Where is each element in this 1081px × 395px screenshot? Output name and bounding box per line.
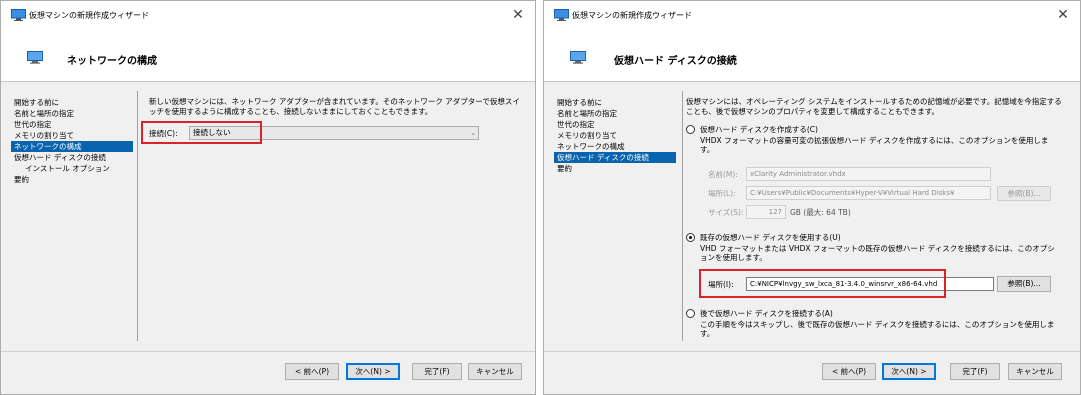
- window-title: 仮想マシンの新規作成ウィザード: [29, 11, 149, 20]
- wizard-header: 仮想ハード ディスクの接続: [544, 29, 1080, 82]
- page-description: 仮想マシンには、オペレーティング システムをインストールするための記憶域が必要で…: [686, 97, 1062, 116]
- page-content: 仮想マシンには、オペレーティング システムをインストールするための記憶域が必要で…: [686, 97, 1068, 117]
- nav-item-memory[interactable]: メモリの割り当て: [11, 130, 133, 141]
- nav-item-network[interactable]: ネットワークの構成: [554, 141, 676, 152]
- radio-later-label: 後で仮想ハード ディスクを接続する(A): [700, 309, 833, 318]
- nav-item-vhd[interactable]: 仮想ハード ディスクの接続: [554, 152, 676, 163]
- page-title: ネットワークの構成: [67, 56, 157, 67]
- location-label: 場所(L):: [708, 189, 736, 198]
- hard-disk-icon: [570, 51, 586, 64]
- nav-item-vhd[interactable]: 仮想ハード ディスクの接続: [11, 152, 133, 163]
- vm-monitor-icon: [554, 9, 569, 21]
- nav-divider: [137, 91, 138, 341]
- close-icon: ✕: [512, 7, 524, 23]
- window-title: 仮想マシンの新規作成ウィザード: [572, 11, 692, 20]
- nav-item-generation[interactable]: 世代の指定: [554, 119, 676, 130]
- create-location-row: 場所(L): C:¥Users¥Public¥Documents¥Hyper-V…: [708, 186, 992, 200]
- size-label: サイズ(S):: [708, 208, 744, 217]
- cancel-button[interactable]: キャンセル: [468, 363, 522, 380]
- nav-item-name-location[interactable]: 名前と場所の指定: [554, 108, 676, 119]
- nav-item-summary[interactable]: 要約: [11, 174, 133, 185]
- browse-button[interactable]: 参照(B)...: [997, 276, 1051, 292]
- prev-button[interactable]: < 前へ(P): [822, 363, 876, 380]
- finish-button[interactable]: 完了(F): [412, 363, 462, 380]
- nav-item-name-location[interactable]: 名前と場所の指定: [11, 108, 133, 119]
- wizard-window-vhd: 仮想マシンの新規作成ウィザード ✕ 仮想ハード ディスクの接続 開始する前に 名…: [543, 0, 1081, 395]
- page-content: 新しい仮想マシンには、ネットワーク アダプターが含まれています。そのネットワーク…: [149, 97, 523, 117]
- close-button[interactable]: ✕: [501, 1, 535, 29]
- title-bar: 仮想マシンの新規作成ウィザード ✕: [1, 1, 535, 29]
- vm-monitor-icon: [11, 9, 26, 21]
- network-icon: [27, 51, 43, 64]
- footer-divider: [544, 351, 1080, 352]
- nav-item-generation[interactable]: 世代の指定: [11, 119, 133, 130]
- nav-divider: [682, 91, 683, 341]
- finish-button[interactable]: 完了(F): [950, 363, 1000, 380]
- radio-circle-icon: [686, 125, 695, 134]
- radio-circle-icon: [686, 309, 695, 318]
- next-button[interactable]: 次へ(N) >: [346, 363, 400, 380]
- chevron-down-icon: ⌄: [470, 129, 476, 137]
- next-button[interactable]: 次へ(N) >: [882, 363, 936, 380]
- create-name-row: 名前(M): xClarity Administrator.vhdx: [708, 167, 992, 181]
- annotation-highlight: [141, 121, 262, 144]
- radio-selected-icon: [686, 233, 695, 242]
- location-field[interactable]: C:¥Users¥Public¥Documents¥Hyper-V¥Virtua…: [746, 186, 991, 200]
- nav-item-network[interactable]: ネットワークの構成: [11, 141, 133, 152]
- create-description: VHDX フォーマットの容量可変の拡張仮想ハード ディスクを作成するには、このオ…: [700, 136, 1049, 154]
- later-description: この手順を今はスキップし、後で既存の仮想ハード ディスクを接続するには、このオプ…: [700, 320, 1055, 338]
- size-suffix: GB (最大: 64 TB): [790, 208, 851, 217]
- title-bar: 仮想マシンの新規作成ウィザード ✕: [544, 1, 1080, 29]
- prev-button[interactable]: < 前へ(P): [285, 363, 339, 380]
- nav-item-before-begin[interactable]: 開始する前に: [11, 97, 133, 108]
- wizard-window-network: 仮想マシンの新規作成ウィザード ✕ ネットワークの構成 開始する前に 名前と場所…: [0, 0, 536, 395]
- close-icon: ✕: [1057, 7, 1069, 23]
- nav-item-before-begin[interactable]: 開始する前に: [554, 97, 676, 108]
- radio-create-vhd[interactable]: 仮想ハード ディスクを作成する(C): [686, 124, 818, 135]
- cancel-button[interactable]: キャンセル: [1008, 363, 1062, 380]
- wizard-nav: 開始する前に 名前と場所の指定 世代の指定 メモリの割り当て ネットワークの構成…: [11, 97, 133, 185]
- name-label: 名前(M):: [708, 170, 738, 179]
- browse-button-disabled[interactable]: 参照(B)...: [997, 186, 1051, 201]
- annotation-highlight: [699, 269, 946, 298]
- radio-create-label: 仮想ハード ディスクを作成する(C): [700, 125, 818, 134]
- existing-description: VHD フォーマットまたは VHDX フォーマットの既存の仮想ハード ディスクを…: [700, 244, 1055, 262]
- radio-attach-later[interactable]: 後で仮想ハード ディスクを接続する(A): [686, 308, 833, 319]
- page-title: 仮想ハード ディスクの接続: [614, 56, 737, 67]
- name-field[interactable]: xClarity Administrator.vhdx: [746, 167, 991, 181]
- wizard-nav: 開始する前に 名前と場所の指定 世代の指定 メモリの割り当て ネットワークの構成…: [554, 97, 676, 174]
- nav-item-summary[interactable]: 要約: [554, 163, 676, 174]
- footer-divider: [1, 351, 535, 352]
- nav-item-memory[interactable]: メモリの割り当て: [554, 130, 676, 141]
- radio-use-existing-vhd[interactable]: 既存の仮想ハード ディスクを使用する(U): [686, 232, 841, 243]
- wizard-header: ネットワークの構成: [1, 29, 535, 82]
- page-description: 新しい仮想マシンには、ネットワーク アダプターが含まれています。そのネットワーク…: [149, 97, 520, 116]
- radio-existing-label: 既存の仮想ハード ディスクを使用する(U): [700, 233, 841, 242]
- size-field[interactable]: 127: [746, 205, 786, 219]
- close-button[interactable]: ✕: [1046, 1, 1080, 29]
- nav-item-install-options[interactable]: インストール オプション: [11, 163, 133, 174]
